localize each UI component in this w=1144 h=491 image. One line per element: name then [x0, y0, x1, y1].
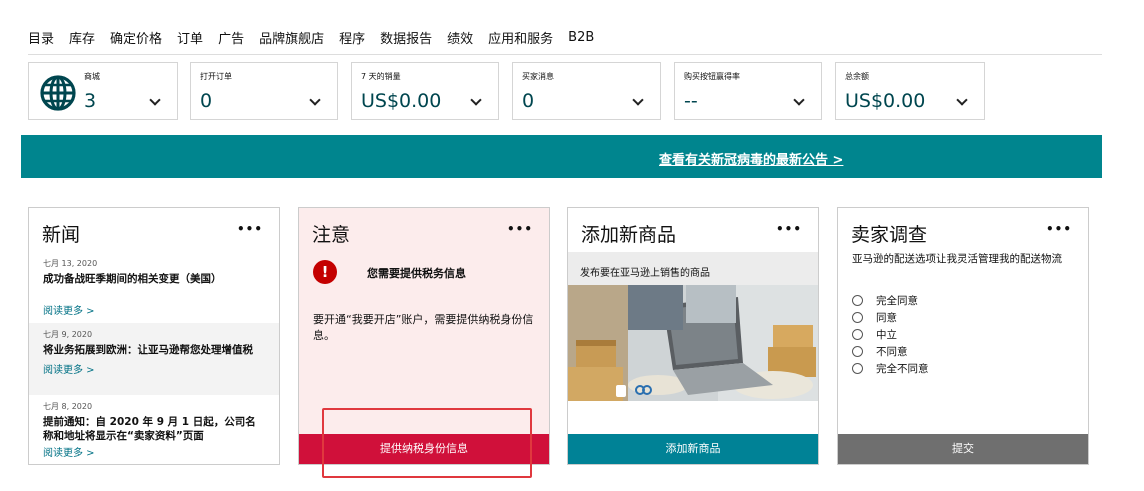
metric-value: --: [684, 90, 698, 112]
read-more-link[interactable]: 阅读更多 >: [43, 361, 265, 376]
survey-options: 完全同意 同意 中立 不同意 完全不同意: [852, 292, 929, 377]
news-date: 七月 9, 2020: [43, 330, 93, 339]
more-options-icon[interactable]: •••: [237, 222, 263, 236]
option-label: 不同意: [876, 346, 908, 358]
news-item: 七月 9, 2020 将业务拓展到欧洲：让亚马逊帮您处理增值税 阅读更多 >: [29, 323, 279, 395]
more-options-icon[interactable]: •••: [507, 222, 533, 236]
add-product-button[interactable]: 添加新商品: [568, 434, 818, 464]
survey-option[interactable]: 完全不同意: [852, 360, 929, 377]
add-product-widget: 添加新商品 ••• 发布要在亚马逊上销售的商品 添加新商品: [567, 207, 819, 465]
metric-sales-7d[interactable]: 7 天的销量 US$0.00: [351, 62, 499, 120]
news-date: 七月 13, 2020: [43, 259, 98, 268]
alert-title: 您需要提供税务信息: [367, 267, 466, 280]
nav-advertising[interactable]: 广告: [218, 28, 244, 47]
survey-question: 亚马逊的配送选项让我灵活管理我的配送物流: [852, 253, 1062, 265]
radio-button[interactable]: [852, 346, 863, 357]
top-navigation: 目录 库存 确定价格 订单 广告 品牌旗舰店 程序 数据报告 绩效 应用和服务 …: [28, 26, 609, 48]
more-options-icon[interactable]: •••: [776, 222, 802, 236]
read-more-link[interactable]: 阅读更多 >: [43, 444, 265, 459]
option-label: 完全同意: [876, 295, 918, 307]
nav-b2b[interactable]: B2B: [568, 30, 594, 45]
highlight-annotation: [322, 408, 532, 478]
metric-label: 打开订单: [200, 72, 232, 81]
widget-title: 注意: [312, 224, 351, 246]
widget-title: 添加新商品: [581, 224, 677, 246]
seller-laptop-photo: [568, 285, 818, 401]
chevron-down-icon: [149, 94, 161, 106]
seller-survey-widget: 卖家调查 ••• 亚马逊的配送选项让我灵活管理我的配送物流 完全同意 同意 中立…: [837, 207, 1089, 465]
survey-option[interactable]: 完全同意: [852, 292, 929, 309]
nav-brand-stores[interactable]: 品牌旗舰店: [259, 28, 324, 47]
metric-label: 商城: [84, 72, 100, 81]
radio-button[interactable]: [852, 363, 863, 374]
nav-apps-services[interactable]: 应用和服务: [488, 28, 553, 47]
nav-orders[interactable]: 订单: [177, 28, 203, 47]
survey-option[interactable]: 不同意: [852, 343, 929, 360]
radio-button[interactable]: [852, 295, 863, 306]
survey-option[interactable]: 同意: [852, 309, 929, 326]
more-options-icon[interactable]: •••: [1046, 222, 1072, 236]
add-product-subtitle: 发布要在亚马逊上销售的商品: [580, 268, 710, 279]
widget-title: 新闻: [42, 224, 81, 246]
read-more-link[interactable]: 阅读更多 >: [43, 302, 265, 317]
globe-icon: [40, 75, 76, 111]
nav-inventory[interactable]: 库存: [69, 28, 95, 47]
metric-label: 总余额: [845, 72, 869, 81]
metric-value: 0: [522, 90, 535, 112]
news-item: 七月 13, 2020 成功备战旺季期间的相关变更（美国） 阅读更多 >: [29, 258, 279, 317]
metric-buy-box-rate[interactable]: 购买按钮赢得率 --: [674, 62, 822, 120]
nav-divider: [28, 54, 1102, 55]
metric-value: US$0.00: [845, 90, 926, 112]
metric-label: 买家消息: [522, 72, 554, 81]
alert-icon: !: [313, 260, 337, 284]
metric-value: 3: [84, 90, 97, 112]
news-headline[interactable]: 提前通知：自 2020 年 9 月 1 日起，公司名称和地址将显示在“卖家资料”…: [43, 415, 265, 443]
nav-reports[interactable]: 数据报告: [380, 28, 432, 47]
metric-label: 购买按钮赢得率: [684, 72, 740, 81]
survey-option[interactable]: 中立: [852, 326, 929, 343]
widget-title: 卖家调查: [851, 224, 928, 246]
metric-buyer-messages[interactable]: 买家消息 0: [512, 62, 661, 120]
metric-total-balance[interactable]: 总余额 US$0.00: [835, 62, 985, 120]
nav-catalog[interactable]: 目录: [28, 28, 54, 47]
metric-value: US$0.00: [361, 90, 442, 112]
chevron-down-icon: [470, 94, 482, 106]
news-item: 七月 8, 2020 提前通知：自 2020 年 9 月 1 日起，公司名称和地…: [29, 401, 279, 459]
chevron-down-icon: [793, 94, 805, 106]
option-label: 中立: [876, 329, 897, 341]
metric-marketplaces[interactable]: 商城 3: [28, 62, 178, 120]
metric-open-orders[interactable]: 打开订单 0: [190, 62, 338, 120]
radio-button[interactable]: [852, 312, 863, 323]
radio-button[interactable]: [852, 329, 863, 340]
option-label: 同意: [876, 312, 897, 324]
chevron-down-icon: [956, 94, 968, 106]
covid-announcement-link[interactable]: 查看有关新冠病毒的最新公告 >: [659, 149, 843, 168]
notice-message: 要开通“我要开店”账户，需要提供纳税身份信息。: [313, 313, 534, 342]
news-widget: 新闻 ••• 七月 13, 2020 成功备战旺季期间的相关变更（美国） 阅读更…: [28, 207, 280, 465]
news-date: 七月 8, 2020: [43, 402, 93, 411]
nav-performance[interactable]: 绩效: [447, 28, 473, 47]
news-headline[interactable]: 将业务拓展到欧洲：让亚马逊帮您处理增值税: [43, 343, 265, 357]
metric-value: 0: [200, 90, 213, 112]
metric-label: 7 天的销量: [361, 72, 401, 81]
chevron-down-icon: [632, 94, 644, 106]
nav-pricing[interactable]: 确定价格: [110, 28, 162, 47]
submit-survey-button[interactable]: 提交: [838, 434, 1088, 464]
chevron-down-icon: [309, 94, 321, 106]
news-headline[interactable]: 成功备战旺季期间的相关变更（美国）: [43, 272, 265, 286]
nav-programs[interactable]: 程序: [339, 28, 365, 47]
option-label: 完全不同意: [876, 363, 929, 375]
announcement-banner: 查看有关新冠病毒的最新公告 >: [21, 135, 1102, 178]
